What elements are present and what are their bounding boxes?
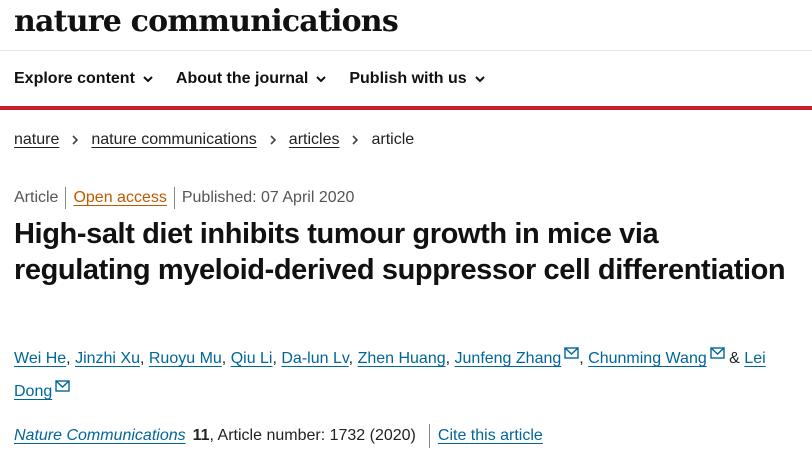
meta-divider (65, 187, 67, 209)
article-meta: Article Open access Published: 07 April … (14, 187, 354, 209)
author-link[interactable]: Wei He (14, 350, 66, 367)
breadcrumb-current: article (371, 131, 415, 148)
author-link[interactable]: Da-lun Lv (281, 350, 348, 367)
header-divider (0, 50, 812, 51)
accent-bar (0, 106, 812, 110)
journal-name-link[interactable]: Nature Communications (14, 427, 186, 445)
author-link[interactable]: Jinzhi Xu (75, 350, 140, 367)
open-access-link[interactable]: Open access (73, 189, 166, 207)
breadcrumb: nature nature communications articles ar… (14, 131, 414, 149)
email-icon[interactable] (564, 347, 579, 359)
chevron-right-icon (72, 135, 79, 145)
article-number: , Article number: 1732 (2020) (209, 427, 416, 444)
journal-logo[interactable]: nature communications (14, 2, 399, 42)
nav-explore-content-label: Explore content (14, 70, 135, 87)
chevron-down-icon (316, 76, 327, 83)
main-nav: Explore content About the journal Publis… (14, 62, 508, 96)
published-date: Published: 07 April 2020 (181, 189, 355, 206)
article-type: Article (14, 189, 59, 206)
volume-number: 11 (192, 427, 210, 444)
chevron-down-icon (474, 76, 485, 83)
breadcrumb-articles[interactable]: articles (289, 131, 340, 149)
author-link[interactable]: Zhen Huang (358, 350, 446, 367)
chevron-right-icon (352, 135, 359, 145)
citation-line: Nature Communications 11 , Article numbe… (14, 424, 543, 448)
cite-this-article-link[interactable]: Cite this article (438, 427, 543, 445)
chevron-right-icon (270, 135, 276, 145)
article-title: High-salt diet inhibits tumour growth in… (14, 218, 786, 286)
author-link[interactable]: Chunming Wang (588, 350, 707, 367)
nav-about-journal-label: About the journal (175, 70, 309, 87)
author-list: Wei He, Jinzhi Xu, Ruoyu Mu, Qiu Li, Da-… (14, 342, 804, 408)
email-icon[interactable] (55, 380, 70, 392)
author-link[interactable]: Ruoyu Mu (149, 350, 222, 367)
nav-explore-content[interactable]: Explore content (14, 70, 154, 88)
author-link[interactable]: Qiu Li (231, 350, 273, 367)
nav-about-journal[interactable]: About the journal (176, 70, 327, 88)
nav-publish-with-us-label: Publish with us (349, 70, 467, 87)
email-icon[interactable] (710, 347, 725, 359)
meta-divider (173, 187, 175, 209)
breadcrumb-nature[interactable]: nature (14, 131, 59, 149)
author-link[interactable]: Junfeng Zhang (455, 350, 562, 367)
breadcrumb-nature-communications[interactable]: nature communications (91, 131, 256, 149)
nav-publish-with-us[interactable]: Publish with us (349, 70, 485, 88)
chevron-down-icon (143, 76, 153, 83)
citation-divider (428, 424, 430, 448)
